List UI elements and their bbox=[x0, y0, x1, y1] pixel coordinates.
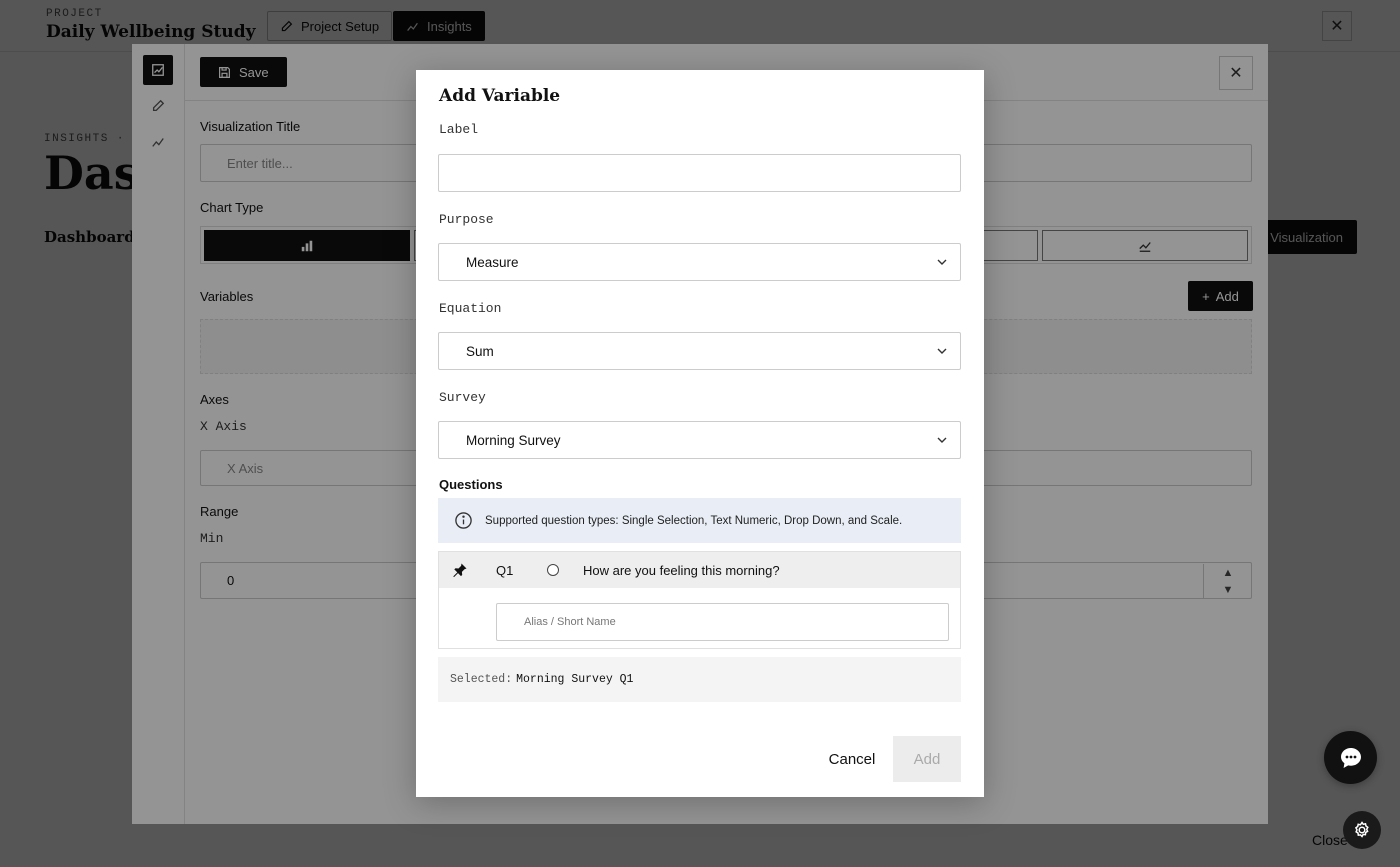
chat-button[interactable] bbox=[1324, 731, 1377, 784]
cancel-button[interactable]: Cancel bbox=[816, 736, 888, 782]
equation-select[interactable]: Sum bbox=[438, 332, 961, 370]
modal-title: Add Variable bbox=[439, 86, 561, 106]
pin-icon[interactable] bbox=[452, 562, 468, 578]
info-icon bbox=[455, 512, 472, 529]
chevron-down-icon bbox=[937, 259, 947, 265]
purpose-select[interactable]: Measure bbox=[438, 243, 961, 281]
label-field-label: Label bbox=[439, 122, 479, 137]
settings-button[interactable] bbox=[1343, 811, 1381, 849]
question-types-info: Supported question types: Single Selecti… bbox=[438, 498, 961, 543]
purpose-value: Measure bbox=[466, 254, 519, 270]
question-card: Q1 How are you feeling this morning? Ali… bbox=[438, 551, 961, 649]
chat-bubble-icon bbox=[1340, 747, 1361, 768]
question-text: How are you feeling this morning? bbox=[583, 563, 780, 578]
equation-label: Equation bbox=[439, 301, 502, 316]
selected-prefix: Selected: bbox=[450, 673, 513, 686]
selected-summary: Selected: Morning Survey Q1 bbox=[438, 657, 961, 702]
chevron-down-icon bbox=[937, 348, 947, 354]
alias-input[interactable]: Alias / Short Name bbox=[496, 603, 949, 641]
purpose-label: Purpose bbox=[439, 212, 494, 227]
label-input[interactable] bbox=[438, 154, 961, 192]
selected-value: Morning Survey Q1 bbox=[516, 673, 634, 686]
question-row[interactable]: Q1 How are you feeling this morning? bbox=[439, 552, 960, 588]
add-button[interactable]: Add bbox=[893, 736, 961, 782]
questions-heading: Questions bbox=[439, 477, 503, 492]
info-text: Supported question types: Single Selecti… bbox=[485, 514, 903, 527]
question-id: Q1 bbox=[496, 563, 514, 578]
question-radio[interactable] bbox=[547, 564, 559, 576]
survey-select[interactable]: Morning Survey bbox=[438, 421, 961, 459]
equation-value: Sum bbox=[466, 343, 494, 359]
add-variable-modal: Add Variable Label Purpose Measure Equat… bbox=[416, 70, 984, 797]
survey-label: Survey bbox=[439, 390, 486, 405]
chevron-down-icon bbox=[937, 437, 947, 443]
gear-icon bbox=[1354, 821, 1369, 838]
survey-value: Morning Survey bbox=[466, 432, 561, 448]
